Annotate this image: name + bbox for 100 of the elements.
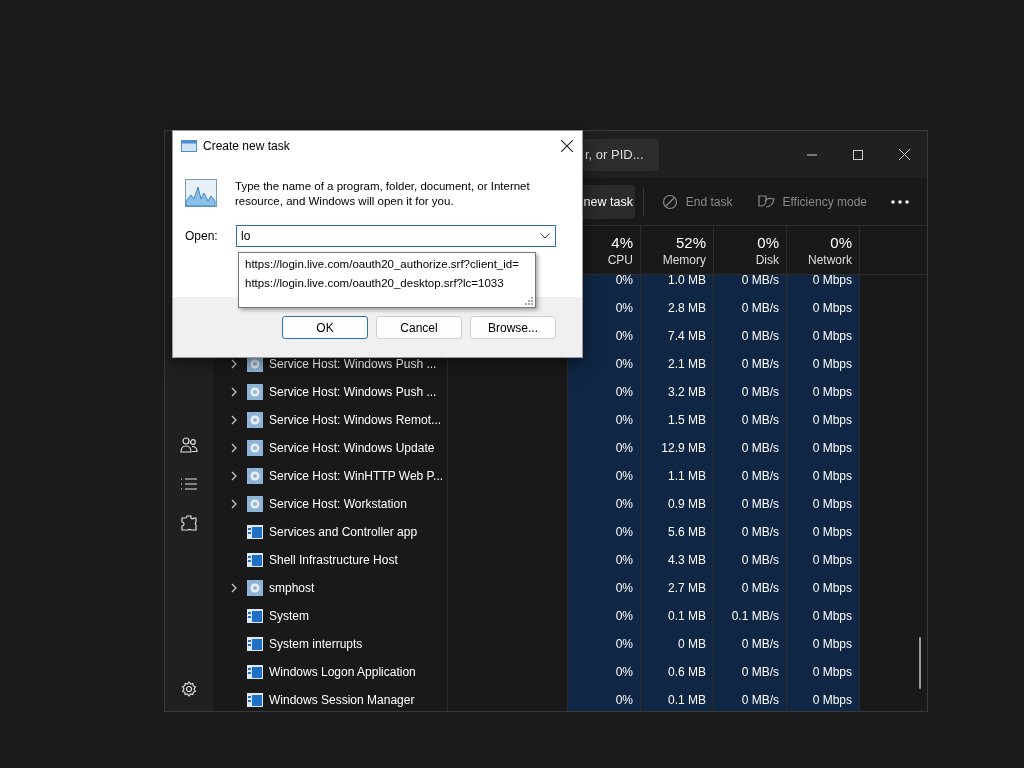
suggestion-item[interactable]: https://login.live.com/oauth20_authorize.srf?client_id= [245,255,519,274]
chevron-down-icon[interactable] [540,233,550,239]
table-cell: 0 Mbps [812,497,852,511]
table-cell: 5.6 MB [668,525,706,539]
window-icon [247,637,263,651]
window-icon [247,609,263,623]
process-name: Shell Infrastructure Host [269,553,398,567]
table-cell: 0% [615,637,633,651]
table-cell: 0 MB/s [741,637,779,651]
open-combobox[interactable]: lo [236,225,556,247]
table-cell: 0 Mbps [812,301,852,315]
table-cell: 0 MB/s [741,469,779,483]
table-cell: 0 MB [678,637,706,651]
open-label: Open: [185,229,219,243]
process-name: smphost [269,581,315,595]
process-name: Windows Logon Application [269,665,416,679]
list-icon[interactable] [180,476,198,492]
table-cell: 7.4 MB [668,329,706,343]
table-cell: 0 Mbps [812,609,852,623]
process-name: Windows Session Manager [269,693,415,707]
table-cell: 0% [615,665,633,679]
table-cell: 0 MB/s [741,385,779,399]
table-cell: 1.1 MB [668,469,706,483]
table-cell: 0 MB/s [741,497,779,511]
table-cell: 0 Mbps [812,665,852,679]
table-cell: 0% [615,385,633,399]
table-cell: 0 Mbps [812,693,852,707]
table-cell: 0 MB/s [741,413,779,427]
column-header[interactable]: 0% Network [787,226,860,274]
table-cell: 3.2 MB [668,385,706,399]
table-cell: 0% [615,301,633,315]
table-cell: 0.9 MB [668,497,706,511]
maximize-icon[interactable] [853,149,863,160]
table-cell: 0% [615,357,633,371]
puzzle-icon[interactable] [180,514,198,532]
chevron-icon[interactable] [231,387,237,397]
table-cell: 0% [615,581,633,595]
table-cell: 0 Mbps [812,357,852,371]
table-cell: 0 MB/s [741,693,779,707]
settings-icon[interactable] [181,681,197,697]
table-cell: 2.8 MB [668,301,706,315]
table-cell: 0 Mbps [812,413,852,427]
table-cell: 4.3 MB [668,553,706,567]
table-cell: 0% [615,413,633,427]
scrollbar-thumb[interactable] [919,637,921,689]
table-cell: 2.1 MB [668,357,706,371]
table-cell: 1.5 MB [668,413,706,427]
table-cell: 0 MB/s [741,329,779,343]
chevron-icon[interactable] [231,359,237,369]
suggestion-item[interactable]: https://login.live.com/oauth20_desktop.srf?lc=1033 [245,274,504,293]
window-icon [247,553,263,567]
users-icon[interactable] [180,436,198,454]
more-icon[interactable] [891,199,909,204]
dialog-button[interactable]: Browse... [470,316,556,339]
dialog-button[interactable]: OK [282,316,368,339]
table-cell: 0% [615,553,633,567]
table-cell: 0 MB/s [741,525,779,539]
process-name: System [269,609,309,623]
table-cell: 1.0 MB [668,275,706,287]
dialog-button[interactable]: Cancel [376,316,462,339]
table-cell: 0 Mbps [812,525,852,539]
dialog-message: Type the name of a program, folder, document, or Internet resource, and Windows will open it for you. [235,179,531,209]
table-cell: 0% [615,609,633,623]
table-cell: 0 Mbps [812,637,852,651]
column-header[interactable]: 52% Memory [641,226,714,274]
table-cell: 2.7 MB [668,581,706,595]
process-name: Service Host: WinHTTP Web P... [269,469,444,483]
close-icon[interactable] [561,140,573,152]
chevron-icon[interactable] [231,471,237,481]
table-cell: 0 Mbps [812,469,852,483]
process-name: Service Host: Windows Push ... [269,357,437,371]
table-cell: 0% [615,441,633,455]
table-cell: 0 MB/s [741,553,779,567]
resize-grip-icon[interactable] [525,297,533,305]
table-cell: 12.9 MB [661,441,706,455]
dialog-title: Create new task [203,139,290,153]
table-cell: 0.1 MB [668,693,706,707]
chevron-icon[interactable] [231,499,237,509]
process-name: Service Host: Windows Remot... [269,413,442,427]
table-cell: 0 Mbps [812,581,852,595]
table-cell: 0 MB/s [741,301,779,315]
table-cell: 0% [615,497,633,511]
table-cell: 0% [615,525,633,539]
chevron-icon[interactable] [231,443,237,453]
table-cell: 0 Mbps [812,329,852,343]
table-cell: 0% [615,275,633,287]
chevron-icon[interactable] [231,583,237,593]
chevron-icon[interactable] [231,415,237,425]
table-cell: 0.6 MB [668,665,706,679]
table-cell: 0 MB/s [741,665,779,679]
process-name: Services and Controller app [269,525,418,539]
table-cell: 0 MB/s [741,275,779,287]
process-name: Service Host: Workstation [269,497,407,511]
process-name: System interrupts [269,637,363,651]
table-cell: 0.1 MB/s [731,609,779,623]
table-cell: 0% [615,693,633,707]
table-cell: 0.1 MB [668,609,706,623]
window-icon [247,693,263,707]
table-cell: 0% [615,329,633,343]
column-header[interactable]: 0% Disk [714,226,787,274]
